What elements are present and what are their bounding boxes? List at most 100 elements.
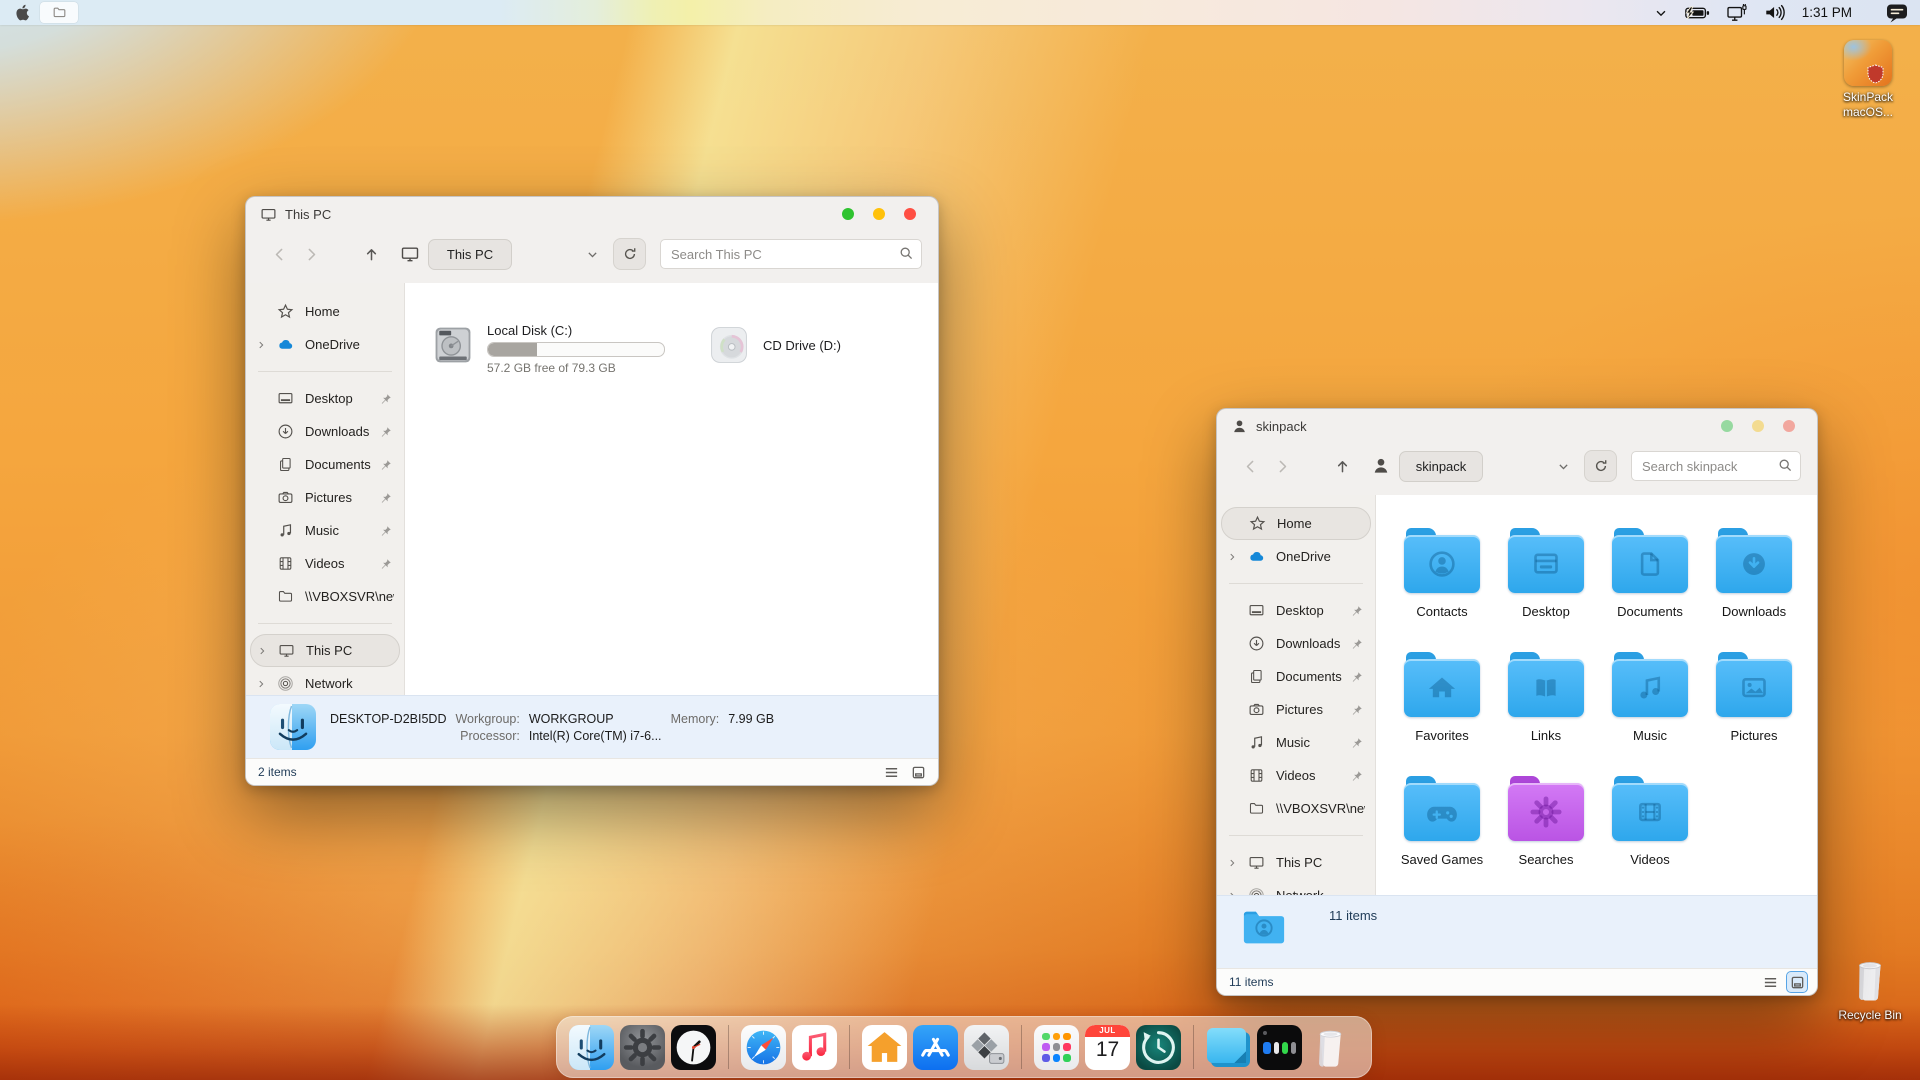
folder-item-searches[interactable]: Searches	[1494, 775, 1598, 867]
desktop-icon-skinpack-installer[interactable]: SkinPack macOS...	[1824, 40, 1912, 120]
sidebar-item-home[interactable]: Home	[1221, 507, 1371, 540]
chevron-right-icon[interactable]	[256, 679, 271, 689]
sidebar-item-documents[interactable]: Documents	[1221, 660, 1371, 693]
desktop-icon-recycle-bin[interactable]: Recycle Bin	[1826, 956, 1914, 1023]
drive-item-cd-drive-d[interactable]: CD Drive (D:)	[707, 323, 841, 367]
folder-label: Desktop	[1522, 604, 1570, 619]
back-button[interactable]	[1237, 453, 1263, 479]
sidebar-item-onedrive[interactable]: OneDrive	[1221, 540, 1371, 573]
title-bar[interactable]: skinpack	[1217, 409, 1817, 443]
sidebar-item-home[interactable]: Home	[250, 295, 400, 328]
volume-icon[interactable]	[1764, 4, 1786, 21]
sidebar-item-videos[interactable]: Videos	[250, 547, 400, 580]
dock-calendar-icon[interactable]: JUL17	[1085, 1025, 1130, 1070]
sidebar-item-vboxsvr[interactable]: \\VBOXSVR\new	[250, 580, 400, 613]
traffic-red-button[interactable]	[1783, 420, 1795, 432]
sidebar-item-downloads[interactable]: Downloads	[1221, 627, 1371, 660]
details-view-button[interactable]	[1760, 972, 1780, 992]
search-input[interactable]	[1631, 451, 1801, 481]
drive-item-local-disk-c[interactable]: Local Disk (C:)57.2 GB free of 79.3 GB	[431, 323, 665, 375]
breadcrumb[interactable]: skinpack	[1399, 451, 1483, 482]
sidebar-item-downloads[interactable]: Downloads	[250, 415, 400, 448]
folder-item-saved-games[interactable]: Saved Games	[1390, 775, 1494, 867]
sidebar-item-documents[interactable]: Documents	[250, 448, 400, 481]
calendar-day: 17	[1085, 1038, 1130, 1062]
folder-item-contacts[interactable]: Contacts	[1390, 527, 1494, 619]
file-list-area[interactable]: Local Disk (C:)57.2 GB free of 79.3 GB CD…	[405, 283, 938, 695]
folder-item-pictures[interactable]: Pictures	[1702, 651, 1806, 743]
chat-icon[interactable]	[1886, 3, 1908, 23]
search-input[interactable]	[660, 239, 922, 269]
breadcrumb[interactable]: This PC	[428, 239, 512, 270]
large-icons-view-button[interactable]	[908, 762, 928, 782]
active-app-finder-button[interactable]	[40, 2, 78, 23]
sidebar-item-pictures[interactable]: Pictures	[250, 481, 400, 514]
traffic-yellow-button[interactable]	[873, 208, 885, 220]
sidebar-item-pictures[interactable]: Pictures	[1221, 693, 1371, 726]
folder-item-favorites[interactable]: Favorites	[1390, 651, 1494, 743]
dock-system-settings-icon[interactable]	[620, 1025, 665, 1070]
up-button[interactable]	[1329, 453, 1355, 479]
pin-icon	[1351, 605, 1365, 617]
battery-charging-icon[interactable]	[1684, 6, 1710, 20]
folder-item-music[interactable]: Music	[1598, 651, 1702, 743]
folder-grid: Contacts Desktop DocumentsDownloads Favorit…	[1376, 495, 1817, 867]
chevron-right-icon[interactable]	[1227, 552, 1242, 562]
dock-safari-icon[interactable]	[741, 1025, 786, 1070]
refresh-button[interactable]	[1584, 450, 1617, 482]
dock-clock-icon[interactable]	[671, 1025, 716, 1070]
dock-home-icon[interactable]	[862, 1025, 907, 1070]
sidebar-item-onedrive[interactable]: OneDrive	[250, 328, 400, 361]
refresh-button[interactable]	[613, 238, 646, 270]
network-display-icon[interactable]	[1726, 4, 1748, 22]
traffic-green-button[interactable]	[1721, 420, 1733, 432]
apple-menu-icon[interactable]	[14, 3, 30, 22]
dock-trash-icon[interactable]	[1308, 1025, 1353, 1070]
tray-chevron-down-icon[interactable]	[1654, 6, 1668, 20]
up-button[interactable]	[358, 241, 384, 267]
chevron-right-icon[interactable]	[1227, 858, 1242, 868]
folder-item-videos[interactable]: Videos	[1598, 775, 1702, 867]
dock-app-store-icon[interactable]	[913, 1025, 958, 1070]
sidebar-item-network[interactable]: Network	[1221, 879, 1371, 895]
details-view-button[interactable]	[881, 762, 901, 782]
folder-icon	[1404, 783, 1480, 841]
sidebar-item-this-pc[interactable]: This PC	[250, 634, 400, 667]
chevron-down-icon[interactable]	[586, 248, 599, 261]
chevron-right-icon[interactable]	[257, 646, 272, 656]
sidebar-item-desktop[interactable]: Desktop	[1221, 594, 1371, 627]
sidebar-item-vboxsvr[interactable]: \\VBOXSVR\new	[1221, 792, 1371, 825]
traffic-yellow-button[interactable]	[1752, 420, 1764, 432]
traffic-red-button[interactable]	[904, 208, 916, 220]
dock-finder-icon[interactable]	[569, 1025, 614, 1070]
folder-item-desktop[interactable]: Desktop	[1494, 527, 1598, 619]
sidebar-item-this-pc[interactable]: This PC	[1221, 846, 1371, 879]
dock-theme-panel-icon[interactable]	[1257, 1025, 1302, 1070]
folder-item-links[interactable]: Links	[1494, 651, 1598, 743]
sidebar-item-network[interactable]: Network	[250, 667, 400, 695]
dock-music-icon[interactable]	[792, 1025, 837, 1070]
forward-button[interactable]	[1269, 453, 1295, 479]
sidebar-item-videos[interactable]: Videos	[1221, 759, 1371, 792]
back-button[interactable]	[266, 241, 292, 267]
traffic-green-button[interactable]	[842, 208, 854, 220]
dock-time-machine-icon[interactable]	[1136, 1025, 1181, 1070]
clock-time[interactable]: 1:31 PM	[1802, 5, 1852, 20]
sidebar-item-music[interactable]: Music	[250, 514, 400, 547]
dock-bootcamp-icon[interactable]	[964, 1025, 1009, 1070]
dock-stickies-icon[interactable]	[1206, 1025, 1251, 1070]
drive-label: CD Drive (D:)	[763, 338, 841, 353]
sidebar-item-music[interactable]: Music	[1221, 726, 1371, 759]
dock-launchpad-icon[interactable]	[1034, 1025, 1079, 1070]
chevron-right-icon[interactable]	[1227, 891, 1242, 896]
sidebar-item-label: Pictures	[1276, 702, 1349, 717]
folder-item-documents[interactable]: Documents	[1598, 527, 1702, 619]
folder-item-downloads[interactable]: Downloads	[1702, 527, 1806, 619]
chevron-right-icon[interactable]	[256, 340, 271, 350]
file-list-area[interactable]: Contacts Desktop DocumentsDownloads Favorit…	[1376, 495, 1817, 895]
large-icons-view-button[interactable]	[1787, 972, 1807, 992]
title-bar[interactable]: This PC	[246, 197, 938, 231]
sidebar-item-desktop[interactable]: Desktop	[250, 382, 400, 415]
forward-button[interactable]	[298, 241, 324, 267]
chevron-down-icon[interactable]	[1557, 460, 1570, 473]
